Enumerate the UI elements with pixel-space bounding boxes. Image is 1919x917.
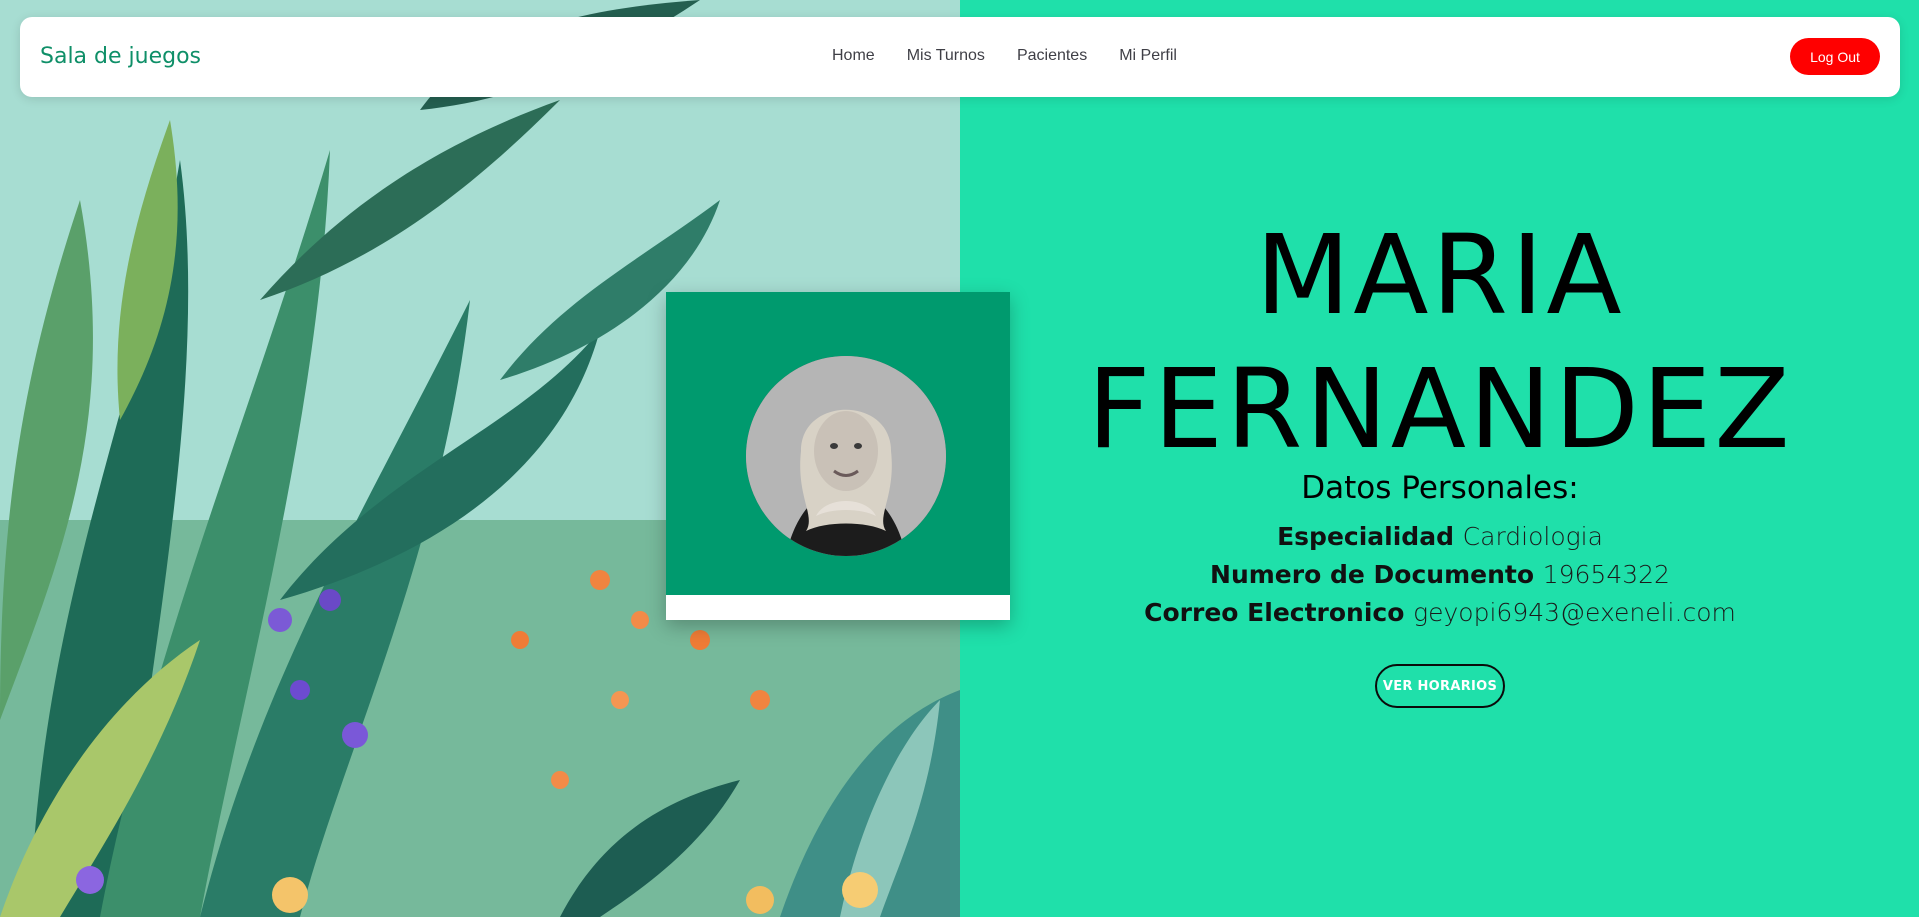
last-name: FERNANDEZ [1087, 345, 1793, 473]
top-navbar: Sala de juegos Home Mis Turnos Pacientes… [20, 17, 1900, 97]
avatar [746, 356, 946, 556]
documento-value: 19654322 [1542, 560, 1670, 589]
info-row-documento: Numero de Documento 19654322 [1060, 560, 1820, 589]
doctor-full-name: MARIA FERNANDEZ [1060, 208, 1820, 476]
nav-mi-perfil-link[interactable]: Mi Perfil [1119, 47, 1177, 65]
ver-horarios-button[interactable]: VER HORARIOS [1375, 664, 1505, 708]
nav-pacientes-link[interactable]: Pacientes [1017, 47, 1087, 65]
nav-home-link[interactable]: Home [832, 47, 875, 65]
nav-links: Home Mis Turnos Pacientes Mi Perfil [832, 47, 1177, 65]
first-name: MARIA [1255, 211, 1625, 339]
logout-button[interactable]: Log Out [1790, 38, 1880, 75]
avatar-photo [746, 356, 946, 556]
especialidad-label: Especialidad [1277, 522, 1463, 551]
correo-label: Correo Electronico [1144, 598, 1414, 627]
profile-card-header [666, 292, 1010, 595]
profile-card [666, 292, 1010, 620]
info-row-especialidad: Especialidad Cardiologia [1060, 522, 1820, 551]
brand-link[interactable]: Sala de juegos [40, 44, 201, 69]
info-row-correo: Correo Electronico geyopi6943@exeneli.co… [1060, 598, 1820, 627]
personal-data-heading: Datos Personales: [1301, 470, 1579, 506]
nav-mis-turnos-link[interactable]: Mis Turnos [907, 47, 985, 65]
correo-value: geyopi6943@exeneli.com [1413, 598, 1736, 627]
documento-label: Numero de Documento [1210, 560, 1543, 589]
especialidad-value: Cardiologia [1462, 522, 1603, 551]
